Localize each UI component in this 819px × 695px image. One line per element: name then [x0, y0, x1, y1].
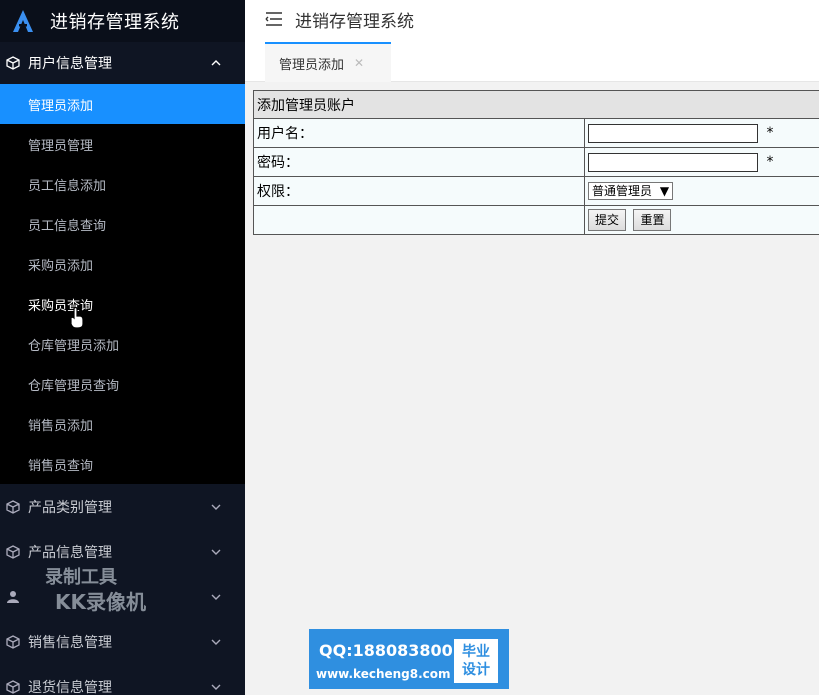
main-content: 添加管理员账户 用户名： * 密码： * 权限： 普通管理员 ▼ 提交 重置: [245, 82, 819, 695]
watermark-badge: 毕业 设计: [454, 639, 498, 683]
watermark-qq: QQ:188083800: [319, 641, 453, 660]
admin-form: 添加管理员账户 用户名： * 密码： * 权限： 普通管理员 ▼ 提交 重置: [253, 90, 819, 235]
logo-icon: [10, 8, 36, 34]
role-label: 权限：: [253, 176, 585, 206]
sidebar-item-purchaser-query[interactable]: 采购员查询: [0, 284, 245, 324]
sidebar-group-label: 产品类别管理: [28, 499, 112, 516]
recorder-watermark: 录制工具 KK录像机: [45, 566, 146, 614]
form-title: 添加管理员账户: [253, 90, 819, 119]
hand-cursor-icon: [70, 307, 84, 329]
close-icon[interactable]: ✕: [354, 56, 364, 70]
chevron-down-icon: [211, 639, 221, 645]
cube-icon: [6, 56, 20, 70]
chevron-down-icon: [211, 594, 221, 600]
cube-icon: [6, 544, 20, 559]
tab-strip: 管理员添加 ✕: [245, 38, 819, 82]
username-label: 用户名：: [253, 118, 585, 148]
sidebar-item-sales-add[interactable]: 销售员添加: [0, 404, 245, 444]
button-cell: 提交 重置: [584, 205, 819, 235]
badge-line: 毕业: [462, 644, 490, 660]
password-input[interactable]: [588, 152, 758, 172]
reset-button[interactable]: 重置: [633, 209, 672, 231]
role-cell: 普通管理员 ▼: [584, 176, 819, 206]
top-bar: 进销存管理系统: [245, 0, 819, 38]
cube-icon: [6, 499, 20, 514]
sidebar-item-purchaser-add[interactable]: 采购员添加: [0, 244, 245, 284]
chevron-down-icon: [211, 684, 221, 690]
watermark-line: 录制工具: [45, 567, 117, 588]
sidebar-group-return-info[interactable]: 退货信息管理: [0, 664, 245, 695]
logo: 进销存管理系统: [0, 0, 245, 42]
sidebar-item-employee-add[interactable]: 员工信息添加: [0, 164, 245, 204]
chevron-down-icon: [211, 504, 221, 510]
sidebar-group-label: 产品信息管理: [28, 544, 112, 561]
submit-button[interactable]: 提交: [588, 209, 627, 231]
cube-icon: [6, 634, 20, 649]
qq-watermark: QQ:188083800 www.kecheng8.com 毕业 设计: [309, 629, 509, 689]
chevron-up-icon: [211, 60, 221, 66]
page-title: 进销存管理系统: [295, 11, 414, 32]
sidebar-group-product-category[interactable]: 产品类别管理: [0, 484, 245, 529]
sidebar-item-admin-add[interactable]: 管理员添加: [0, 84, 245, 124]
sidebar-group-label: 用户信息管理: [28, 56, 112, 72]
required-mark: *: [766, 154, 774, 170]
password-cell: *: [584, 147, 819, 177]
empty-cell: [253, 205, 585, 235]
app-title: 进销存管理系统: [50, 12, 180, 33]
password-label: 密码：: [253, 147, 585, 177]
sidebar-item-sales-query[interactable]: 销售员查询: [0, 444, 245, 484]
sidebar-item-warehouse-admin-query[interactable]: 仓库管理员查询: [0, 364, 245, 404]
username-cell: *: [584, 118, 819, 148]
role-select-value: 普通管理员: [592, 184, 653, 198]
sidebar-item-admin-manage[interactable]: 管理员管理: [0, 124, 245, 164]
dropdown-arrow-icon: ▼: [659, 184, 670, 198]
app-window: 进销存管理系统 用户信息管理 管理员添加 管理员管理 员工信息添加 员工信息查询…: [0, 0, 819, 695]
sidebar-group-label: 退货信息管理: [28, 679, 112, 695]
cube-icon: [6, 679, 20, 694]
sidebar-group-sales-info[interactable]: 销售信息管理: [0, 619, 245, 664]
sidebar-group-user-info[interactable]: 用户信息管理: [0, 42, 245, 84]
tab-label: 管理员添加: [279, 57, 345, 73]
watermark-line: KK录像机: [55, 590, 146, 614]
tab-admin-add[interactable]: 管理员添加 ✕: [265, 42, 391, 82]
user-icon: [7, 590, 19, 603]
badge-line: 设计: [462, 662, 490, 678]
sidebar-item-warehouse-admin-add[interactable]: 仓库管理员添加: [0, 324, 245, 364]
chevron-down-icon: [211, 549, 221, 555]
sidebar: 进销存管理系统 用户信息管理 管理员添加 管理员管理 员工信息添加 员工信息查询…: [0, 0, 245, 695]
menu-toggle-icon[interactable]: [265, 12, 283, 26]
sidebar-item-employee-query[interactable]: 员工信息查询: [0, 204, 245, 244]
watermark-url: www.kecheng8.com: [316, 667, 451, 681]
role-select[interactable]: 普通管理员 ▼: [588, 182, 674, 200]
sidebar-group-label: 销售信息管理: [28, 634, 112, 651]
username-input[interactable]: [588, 123, 758, 143]
required-mark: *: [766, 125, 774, 141]
